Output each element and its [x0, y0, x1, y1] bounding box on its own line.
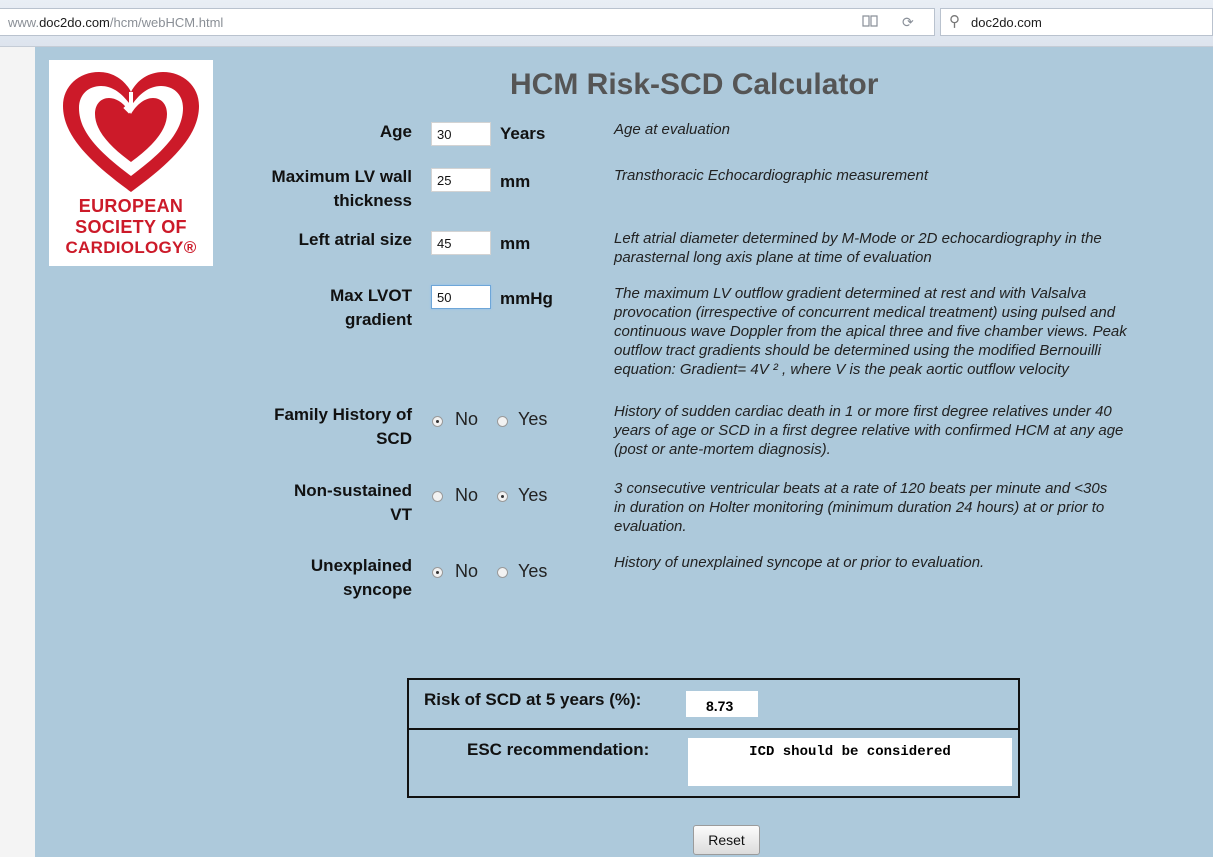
logo-line-2: SOCIETY OF [75, 217, 187, 237]
la-size-label: Left atrial size [298, 230, 412, 249]
syncope-label: Unexplained syncope [310, 556, 412, 599]
url-text: www.doc2do.com/hcm/webHCM.html [8, 15, 224, 30]
refresh-icon[interactable]: ⟳ [902, 14, 914, 31]
logo-line-1: EUROPEAN [78, 196, 184, 216]
syncope-yes-radio[interactable] [497, 567, 508, 578]
lvot-unit: mmHg [500, 289, 553, 308]
address-bar[interactable]: www.doc2do.com/hcm/webHCM.html ⟳ [0, 8, 935, 36]
nsvt-description: 3 consecutive ventricular beats at a rat… [614, 480, 1108, 535]
age-unit: Years [500, 124, 546, 143]
result-panel: Risk of SCD at 5 years (%): 8.73 ESC rec… [407, 678, 1020, 798]
syncope-no-label: No [455, 561, 479, 581]
lv-wall-unit: mm [500, 172, 531, 191]
result-divider [409, 728, 1018, 730]
risk-label: Risk of SCD at 5 years (%): [424, 690, 642, 709]
lv-wall-input[interactable]: 25 [431, 168, 491, 192]
lvot-description: The maximum LV outflow gradient determin… [614, 285, 1127, 378]
page-title: HCM Risk-SCD Calculator [510, 68, 879, 101]
nsvt-yes-label: Yes [518, 485, 548, 505]
nsvt-no-label: No [455, 485, 479, 505]
family-history-label: Family History of SCD [274, 405, 412, 448]
nsvt-no-radio[interactable] [432, 491, 443, 502]
reader-view-icon[interactable] [862, 14, 878, 31]
logo-line-3: CARDIOLOGY® [65, 238, 197, 257]
recommendation-label: ESC recommendation: [467, 740, 650, 759]
search-icon: ⚲ [949, 13, 960, 30]
family-history-description: History of sudden cardiac death in 1 or … [614, 403, 1124, 458]
la-size-input[interactable]: 45 [431, 231, 491, 255]
age-description: Age at evaluation [614, 121, 730, 138]
nsvt-yes-radio[interactable] [497, 491, 508, 502]
syncope-no-radio[interactable] [432, 567, 443, 578]
nsvt-label: Non-sustained VT [293, 481, 412, 524]
lv-wall-description: Transthoracic Echocardiographic measurem… [614, 167, 929, 184]
family-history-no-radio[interactable] [432, 416, 443, 427]
la-size-unit: mm [500, 234, 531, 253]
page-margin [0, 47, 35, 857]
lv-wall-label: Maximum LV wall thickness [271, 167, 412, 210]
family-history-no-label: No [455, 409, 479, 429]
risk-value: 8.73 [686, 691, 758, 717]
age-label: Age [379, 122, 412, 141]
heart-icon [63, 72, 199, 192]
browser-toolbar: www.doc2do.com/hcm/webHCM.html ⟳ ⚲ doc2d… [0, 0, 1213, 47]
reset-button[interactable]: Reset [693, 825, 760, 855]
lvot-label: Max LVOT gradient [330, 286, 412, 329]
la-size-description: Left atrial diameter determined by M-Mod… [614, 230, 1102, 266]
syncope-description: History of unexplained syncope at or pri… [614, 554, 985, 571]
age-input[interactable]: 30 [431, 122, 491, 146]
family-history-yes-label: Yes [518, 409, 548, 429]
search-text: doc2do.com [971, 15, 1042, 30]
lvot-input[interactable]: 50 [431, 285, 491, 309]
recommendation-value: ICD should be considered [688, 738, 1012, 786]
syncope-yes-label: Yes [518, 561, 548, 581]
search-field[interactable]: ⚲ doc2do.com [940, 8, 1213, 36]
esc-logo: EUROPEAN SOCIETY OF CARDIOLOGY® [49, 60, 213, 266]
family-history-yes-radio[interactable] [497, 416, 508, 427]
